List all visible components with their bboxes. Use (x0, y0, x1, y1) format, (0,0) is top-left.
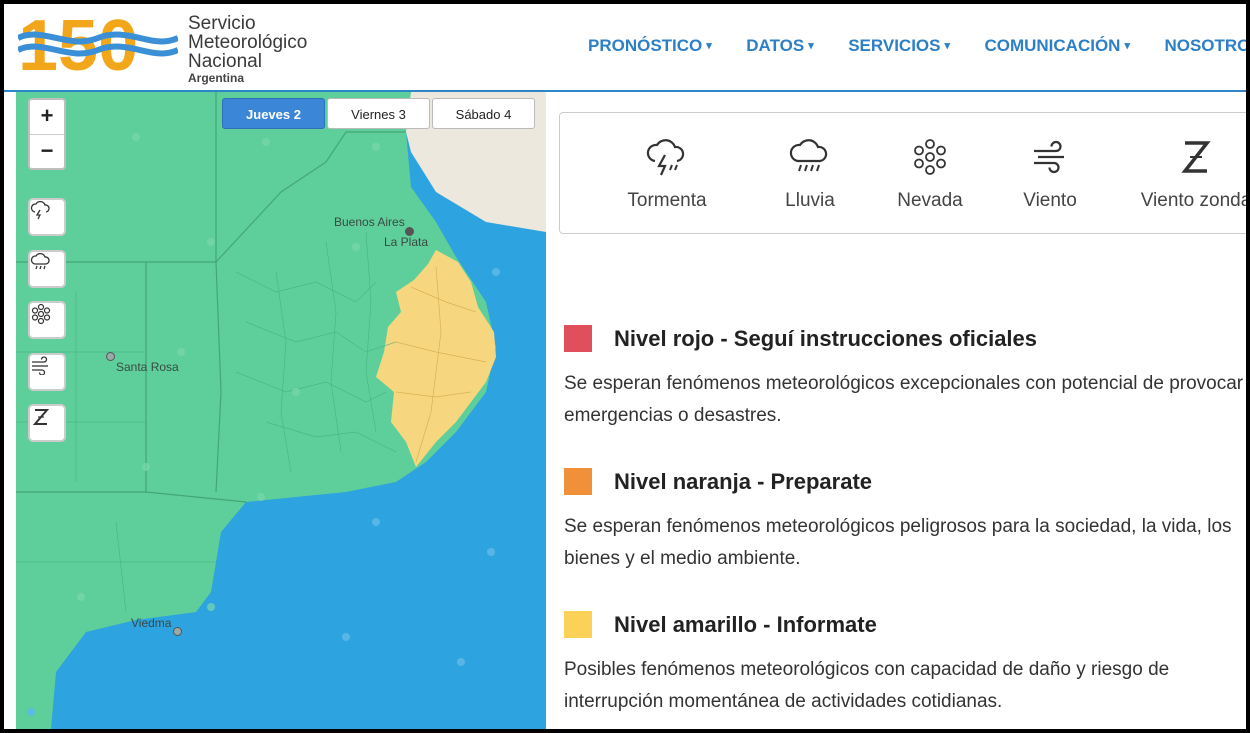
tab-viernes-3[interactable]: Viernes 3 (327, 98, 430, 129)
phenomenon-label: Nevada (897, 190, 963, 211)
wind-icon (1034, 140, 1064, 174)
filter-wind-button[interactable] (28, 353, 66, 391)
phenomenon-nevada[interactable]: Nevada (890, 135, 970, 212)
nav-pronostico[interactable]: PRONÓSTICO ▾ (588, 36, 712, 56)
level-swatch-orange (564, 468, 592, 495)
zonda-icon (1181, 141, 1211, 173)
day-tabs: Jueves 2 Viernes 3 Sábado 4 (222, 98, 537, 129)
city-label-buenos-aires: Buenos Aires (334, 215, 405, 229)
city-label-la-plata: La Plata (384, 235, 429, 249)
wind-icon (32, 356, 48, 375)
logo-country: Argentina (188, 71, 245, 85)
storm-icon (30, 200, 50, 220)
zonda-icon (32, 409, 50, 425)
logo-line-3: Nacional (188, 51, 262, 72)
snow-icon (914, 139, 946, 175)
level-description: Se esperan fenómenos meteorológicos peli… (564, 516, 1232, 569)
city-label-viedma: Viedma (131, 616, 172, 630)
main-nav: PRONÓSTICO ▾ DATOS ▾ SERVICIOS ▾ COMUNICACI… (588, 36, 1246, 56)
chevron-down-icon: ▾ (706, 40, 712, 52)
level-swatch-yellow (564, 611, 592, 638)
phenomenon-tormenta[interactable]: Tormenta (622, 135, 712, 212)
zoom-control: + − (28, 98, 66, 170)
nav-servicios[interactable]: SERVICIOS ▾ (848, 36, 950, 56)
logo-150-graphic: 150 (16, 6, 180, 86)
level-title: Nivel amarillo - Informate (614, 612, 877, 637)
nav-nosotros[interactable]: NOSOTROS (1164, 36, 1246, 56)
level-title: Nivel naranja - Preparate (614, 469, 873, 494)
tab-sabado-4[interactable]: Sábado 4 (432, 98, 535, 129)
chevron-down-icon: ▾ (808, 40, 814, 52)
rain-icon (30, 252, 50, 270)
level-description: Se esperan fenómenos meteorológicos exce… (564, 373, 1244, 426)
phenomenon-viento-zonda[interactable]: Viento zonda (1136, 135, 1246, 212)
smn-logo[interactable]: 150 Servicio Meteorológico Nacional Arge… (16, 6, 318, 86)
filter-rain-button[interactable] (28, 250, 66, 288)
nav-comunicacion[interactable]: COMUNICACIÓN ▾ (984, 36, 1130, 56)
phenomenon-viento[interactable]: Viento (1010, 135, 1090, 212)
phenomenon-label: Viento (1023, 190, 1077, 211)
city-marker-santa-rosa[interactable] (106, 352, 115, 361)
phenomenon-label: Tormenta (627, 190, 707, 211)
logo-line-2: Meteorológico (188, 32, 308, 53)
city-marker-viedma[interactable] (173, 627, 182, 636)
logo-text: Servicio Meteorológico Nacional Argentin… (188, 14, 307, 85)
phenomena-legend: Tormenta Lluvia Nevada Viento Viento zon… (559, 112, 1246, 234)
alert-map[interactable]: Buenos Aires La Plata Santa Rosa Viedma … (16, 92, 546, 729)
snow-icon (31, 303, 51, 325)
phenomenon-label: Viento zonda (1140, 190, 1246, 211)
level-description: Posibles fenómenos meteorológicos con ca… (564, 659, 1170, 712)
chevron-down-icon: ▾ (944, 40, 951, 52)
chevron-down-icon: ▾ (1124, 40, 1130, 52)
site-header: 150 Servicio Meteorológico Nacional Arge… (4, 4, 1246, 92)
phenomenon-lluvia[interactable]: Lluvia (770, 135, 850, 212)
filter-storm-button[interactable] (28, 198, 66, 236)
filter-zonda-button[interactable] (28, 404, 66, 442)
phenomenon-label: Lluvia (785, 190, 835, 211)
storm-icon (646, 139, 685, 176)
city-label-santa-rosa: Santa Rosa (116, 360, 179, 374)
page-frame: 150 Servicio Meteorológico Nacional Arge… (4, 4, 1246, 729)
nav-datos[interactable]: DATOS ▾ (746, 36, 813, 56)
zoom-in-button[interactable]: + (30, 100, 64, 135)
map-canvas (16, 92, 546, 729)
logo-line-1: Servicio (188, 13, 256, 34)
filter-snow-button[interactable] (28, 301, 66, 339)
rain-icon (789, 139, 828, 172)
level-title: Nivel rojo - Seguí instrucciones oficial… (614, 326, 1038, 351)
level-swatch-red (564, 325, 592, 352)
zoom-out-button[interactable]: − (30, 135, 64, 169)
tab-jueves-2[interactable]: Jueves 2 (222, 98, 325, 129)
